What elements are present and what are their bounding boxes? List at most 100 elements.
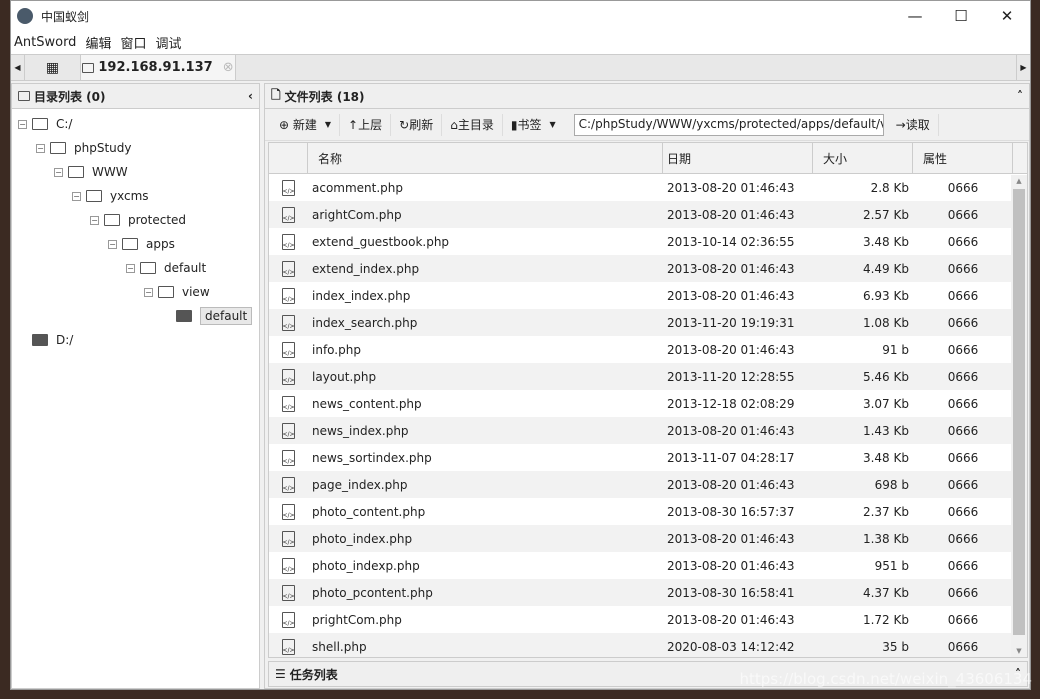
tree-node[interactable]: − apps [108,233,175,255]
collapse-up-icon[interactable]: ˄ [1017,89,1023,103]
file-icon-cell: </> [269,449,308,466]
vertical-scrollbar[interactable]: ▲ ▼ [1011,175,1027,657]
table-row[interactable]: </> shell.php 2020-08-03 14:12:42 35 b 0666 [269,633,1027,657]
tree-node[interactable]: − C:/ [18,113,72,135]
tree-node[interactable]: default [162,305,253,327]
header-attr[interactable]: 属性 [913,143,1013,173]
tree-node-label: D:/ [56,333,74,347]
collapse-toggle-icon[interactable]: − [18,119,27,129]
caret-down-icon: ▼ [549,120,556,129]
file-icon-cell: </> [269,611,308,628]
collapse-toggle-icon[interactable]: − [36,143,45,153]
php-file-icon: </> [282,611,295,628]
maximize-button[interactable]: ☐ [938,7,984,25]
cell-name: prightCom.php [312,612,402,627]
bookmark-button[interactable]: ▮ 书签 ▼ [503,114,564,136]
header-size[interactable]: 大小 [813,143,913,173]
table-row[interactable]: </> extend_guestbook.php 2013-10-14 02:36:… [269,228,1027,255]
cell-attr: 0666 [947,450,979,465]
table-row[interactable]: </> news_sortindex.php 2013-11-07 04:28:17… [269,444,1027,471]
table-row[interactable]: </> index_index.php 2013-08-20 01:46:43 6.9… [269,282,1027,309]
folder-icon [82,62,95,73]
collapse-panel-icon[interactable]: ‹ [248,89,253,103]
refresh-icon: ↻ [399,117,410,132]
table-row[interactable]: </> layout.php 2013-11-20 12:28:55 5.46 Kb 0… [269,363,1027,390]
menu-window[interactable]: 窗口 [120,33,146,52]
tree-node[interactable]: − view [144,281,210,303]
path-input[interactable]: C:/phpStudy/WWW/yxcms/protected/apps/def… [573,113,884,136]
table-row[interactable]: </> photo_pcontent.php 2013-08-30 16:58:41… [269,579,1027,606]
cell-date: 2013-08-30 16:57:37 [667,504,795,519]
read-button[interactable]: → 读取 [888,113,939,136]
php-file-icon: </> [282,368,295,385]
folder-icon [32,334,48,346]
menu-debug[interactable]: 调试 [155,33,181,52]
php-file-icon: </> [282,503,295,520]
cell-date: 2013-08-20 01:46:43 [667,207,795,222]
cell-attr: 0666 [947,585,979,600]
file-icon-cell: </> [269,638,308,655]
table-row[interactable]: </> news_index.php 2013-08-20 01:46:43 1.43… [269,417,1027,444]
home-dir-button[interactable]: ⌂ 主目录 [442,113,503,136]
collapse-toggle-icon[interactable]: − [126,263,135,273]
table-row[interactable]: </> index_search.php 2013-11-20 19:19:31 1.… [269,309,1027,336]
tree-node[interactable]: D:/ [18,329,73,351]
tree-node[interactable]: − WWW [54,161,128,183]
table-row[interactable]: </> acomment.php 2013-08-20 01:46:43 2.8 Kb… [269,174,1027,201]
collapse-toggle-icon[interactable]: − [108,239,117,249]
header-name[interactable]: 名称 [308,143,663,173]
scroll-down-icon[interactable]: ▼ [1011,647,1027,655]
new-button[interactable]: ⊕ 新建 ▼ [271,113,341,136]
table-row[interactable]: </> photo_content.php 2013-08-30 16:57:37 2… [269,498,1027,525]
table-row[interactable]: </> page_index.php 2013-08-20 01:46:43 698 … [269,471,1027,498]
php-file-icon: </> [282,584,295,601]
refresh-label: 刷新 [409,118,434,132]
tab-192-168-91-137[interactable]: 192.168.91.137 ⊗ [81,55,236,80]
table-row[interactable]: </> photo_index.php 2013-08-20 01:46:43 1.3… [269,525,1027,552]
table-row[interactable]: </> info.php 2013-08-20 01:46:43 91 b 0666 [269,336,1027,363]
header-date[interactable]: 日期 [663,143,813,173]
table-row[interactable]: </> photo_indexp.php 2013-08-20 01:46:43 95… [269,552,1027,579]
collapse-toggle-icon[interactable]: − [54,167,63,177]
table-row[interactable]: </> news_content.php 2013-12-18 02:08:29 3.… [269,390,1027,417]
php-file-icon: </> [282,314,295,331]
cell-date: 2013-11-20 19:19:31 [667,315,795,330]
tree-node[interactable]: − protected [90,209,186,231]
file-panel-title: 文件列表 (18) [284,89,365,104]
table-row[interactable]: </> prightCom.php 2013-08-20 01:46:43 1.72 … [269,606,1027,633]
file-icon-cell: </> [269,341,308,358]
collapse-toggle-icon[interactable]: − [72,191,81,201]
tab-close-icon[interactable]: ⊗ [223,60,234,75]
cell-name: layout.php [312,369,377,384]
close-button[interactable]: ✕ [984,7,1030,25]
plus-circle-icon: ⊕ [279,117,293,132]
collapse-toggle-icon[interactable]: − [90,215,99,225]
file-icon-cell: </> [269,584,308,601]
tree-node[interactable]: − yxcms [72,185,149,207]
tree-node[interactable]: − default [126,257,206,279]
folder-icon [176,310,192,322]
folder-icon [18,91,30,101]
cell-size: 35 b [882,639,909,654]
scroll-up-icon[interactable]: ▲ [1011,177,1027,185]
collapse-toggle-icon[interactable]: − [144,287,153,297]
tab-scroll-right-button[interactable]: ▶ [1016,55,1030,80]
directory-panel: 目录列表 (0) ‹ − C:/ − phpStudy − WWW − yxcms − prote… [11,83,260,689]
table-row[interactable]: </> arightCom.php 2013-08-20 01:46:43 2.57 … [269,201,1027,228]
cell-date: 2013-08-20 01:46:43 [667,531,795,546]
table-row[interactable]: </> extend_index.php 2013-08-20 01:46:43 4.… [269,255,1027,282]
home-label: 主目录 [457,118,494,132]
cell-size: 1.08 Kb [862,315,909,330]
minimize-button[interactable]: — [892,7,938,25]
php-file-icon: </> [282,233,295,250]
scrollbar-thumb[interactable] [1013,189,1025,635]
tab-scroll-left-button[interactable]: ◀ [11,55,25,80]
file-icon-cell: </> [269,557,308,574]
up-level-button[interactable]: ↑ 上层 [340,113,392,136]
tab-home[interactable]: ▦ [25,55,81,80]
cell-date: 2013-08-20 01:46:43 [667,342,795,357]
menu-antsword[interactable]: AntSword [14,35,76,50]
tree-node[interactable]: − phpStudy [36,137,132,159]
menu-edit[interactable]: 编辑 [85,33,111,52]
refresh-button[interactable]: ↻ 刷新 [391,113,443,136]
